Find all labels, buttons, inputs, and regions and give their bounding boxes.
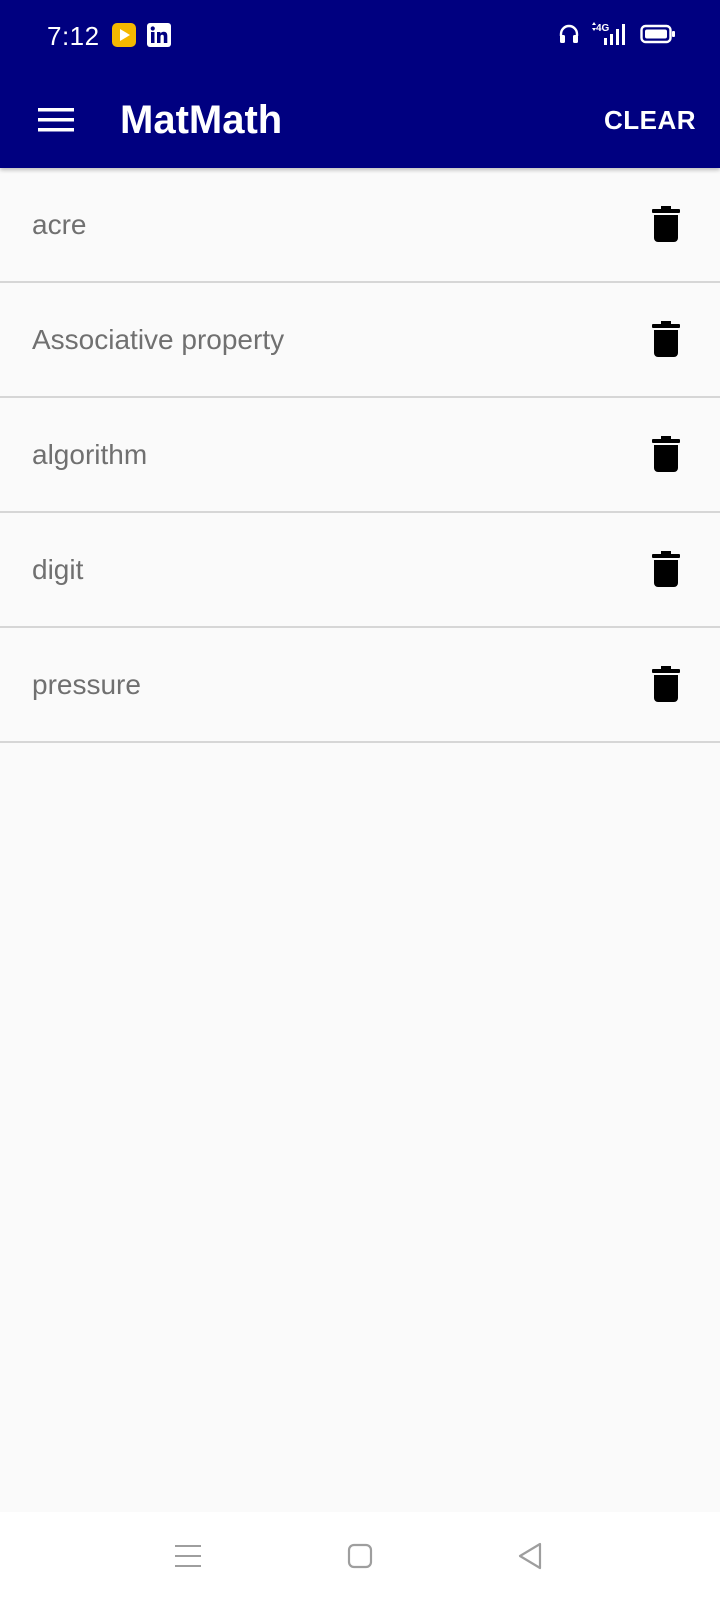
list-item-label: acre [32,209,87,240]
toolbar: MatMath CLEAR [0,72,720,168]
hamburger-menu-icon[interactable] [28,94,84,146]
network-type-label: 4G [596,23,610,34]
trash-icon[interactable] [640,313,692,365]
list-item[interactable]: acre [0,168,720,283]
list-item-label: Associative property [32,324,285,355]
linkedin-icon [147,23,171,47]
trash-icon[interactable] [640,198,692,250]
battery-icon [640,23,676,50]
play-store-icon [112,23,136,47]
clear-button[interactable]: CLEAR [604,94,696,146]
signal-4g-icon: 4G [590,21,630,52]
status-time: 7:12 [47,21,100,51]
list-item[interactable]: Associative property [0,283,720,398]
home-icon[interactable] [338,1534,382,1578]
recent-apps-icon[interactable] [166,1534,210,1578]
list-item[interactable]: pressure [0,628,720,743]
trash-icon[interactable] [640,543,692,595]
back-icon[interactable] [508,1534,552,1578]
app-header: 7:12 4G MatMath CLEAR [0,0,720,168]
status-indicators: 4G [558,21,676,52]
list-item-label: digit [32,554,84,585]
system-nav-bar [0,1512,720,1600]
headset-icon [558,23,580,50]
status-bar: 7:12 4G [0,0,720,72]
list-item-label: algorithm [32,439,148,470]
trash-icon[interactable] [640,428,692,480]
app-title: MatMath [120,98,283,142]
history-list: acre Associative property algorithm digi… [0,168,720,743]
list-item[interactable]: algorithm [0,398,720,513]
list-item[interactable]: digit [0,513,720,628]
trash-icon[interactable] [640,658,692,710]
list-item-label: pressure [32,669,141,700]
